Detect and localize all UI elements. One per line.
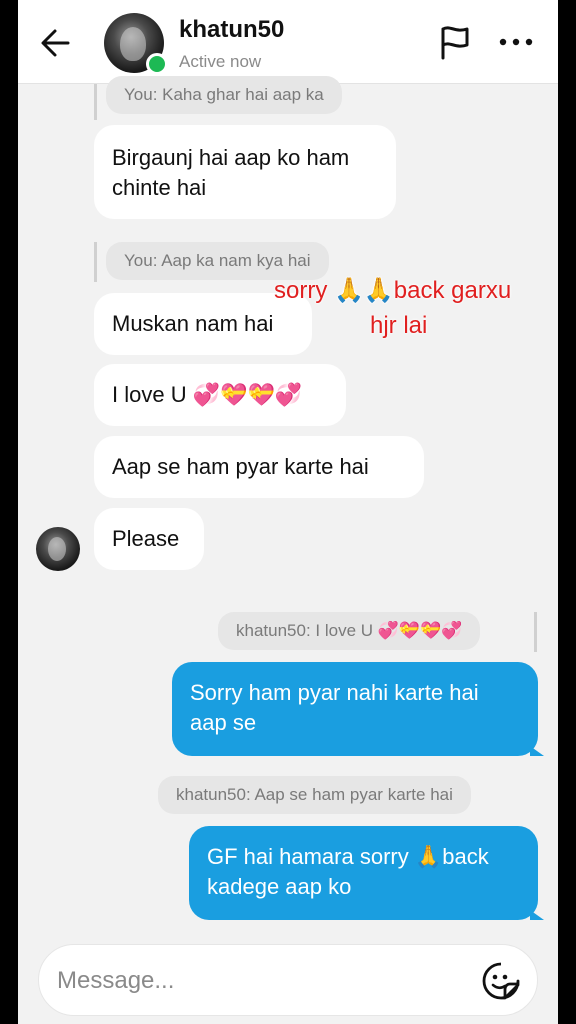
bubble-tail	[530, 910, 544, 920]
incoming-message[interactable]: I love U 💞💝💝💞	[94, 364, 346, 426]
contact-avatar[interactable]	[104, 13, 168, 75]
reply-quote[interactable]: khatun50: I love U 💞💝💝💞	[218, 612, 481, 650]
reply-quote[interactable]: khatun50: Aap se ham pyar karte hai	[158, 776, 471, 814]
bubble-tail	[530, 746, 544, 756]
sticker-button[interactable]	[481, 961, 521, 1001]
outgoing-message[interactable]: GF hai hamara sorry 🙏back kadege aap ko	[189, 826, 538, 920]
reply-quote[interactable]: You: Kaha ghar hai aap ka	[106, 76, 342, 114]
more-horizontal-icon	[499, 38, 533, 46]
reply-quote[interactable]: You: Aap ka nam kya hai	[106, 242, 329, 280]
message-input[interactable]	[55, 959, 459, 1003]
flag-icon	[441, 26, 469, 60]
report-button[interactable]	[438, 24, 472, 60]
incoming-message[interactable]: Aap se ham pyar karte hai	[94, 436, 424, 498]
overlay-caption-line2: hjr lai	[370, 312, 428, 339]
message-composer	[38, 944, 538, 1016]
more-options-button[interactable]	[498, 32, 534, 52]
incoming-message[interactable]: Birgaunj hai aap ko ham chinte hai	[94, 125, 396, 219]
sender-avatar[interactable]	[36, 527, 80, 571]
chat-screen: khatun50 Active now You: Kaha ghar hai a…	[18, 0, 558, 1024]
chat-header: khatun50 Active now	[18, 0, 558, 84]
contact-name[interactable]: khatun50	[179, 16, 284, 44]
reply-bar	[534, 612, 537, 652]
incoming-message[interactable]: Please	[94, 508, 204, 570]
reply-bar	[94, 242, 97, 282]
reply-bar	[94, 84, 97, 120]
sticker-icon	[482, 962, 520, 1000]
contact-status: Active now	[179, 52, 262, 71]
online-indicator	[146, 53, 168, 75]
overlay-caption-line1: sorry 🙏🙏back garxu	[274, 277, 512, 304]
back-button[interactable]	[38, 26, 74, 60]
outgoing-message[interactable]: Sorry ham pyar nahi karte hai aap se	[172, 662, 538, 756]
arrow-left-icon	[41, 29, 70, 57]
